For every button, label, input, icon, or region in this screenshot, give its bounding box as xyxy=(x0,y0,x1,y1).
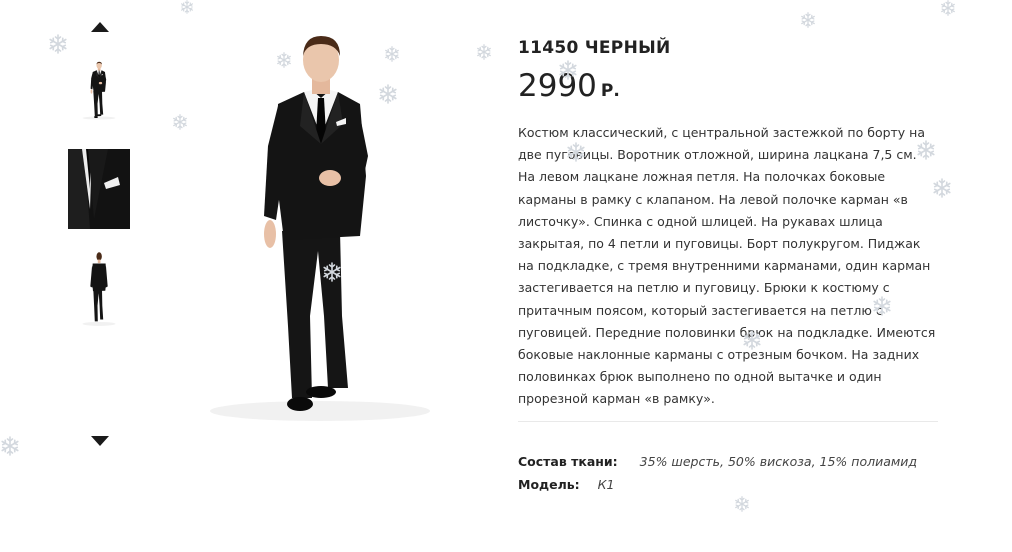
suit-back-thumbnail-image xyxy=(82,252,116,326)
snowflake-icon xyxy=(180,0,194,14)
thumbnail-back-full[interactable] xyxy=(68,248,130,328)
snowflake-icon xyxy=(49,34,67,54)
snowflake-icon xyxy=(173,114,187,130)
product-info: 11450 ЧЕРНЫЙ 2990 Р. Костюм классический,… xyxy=(518,30,938,422)
snowflake-icon xyxy=(873,296,891,316)
thumbnail-front-full[interactable] xyxy=(68,50,130,130)
snowflake-icon xyxy=(277,52,291,68)
snowflake-icon xyxy=(559,60,577,80)
fabric-composition-row: Состав ткани: 35% шерсть, 50% вискоза, 15… xyxy=(518,454,917,469)
thumbnail-gallery xyxy=(66,18,134,458)
snowflake-icon xyxy=(323,262,341,282)
price-row: 2990 Р. xyxy=(518,68,938,108)
product-title: 11450 ЧЕРНЫЙ xyxy=(518,38,671,58)
currency-label: Р. xyxy=(600,81,620,101)
suit-front-thumbnail-image xyxy=(82,61,116,120)
suit-front-image xyxy=(210,36,430,421)
snowflake-icon xyxy=(477,44,491,60)
snowflake-icon xyxy=(917,140,935,160)
triangle-up-icon xyxy=(91,22,109,32)
snowflake-icon xyxy=(743,330,761,350)
fabric-label: Состав ткани: xyxy=(518,454,618,469)
model-label: Модель: xyxy=(518,477,580,492)
snowflake-icon xyxy=(801,12,815,28)
snowflake-icon xyxy=(379,84,397,104)
suit-lapel-thumbnail-image xyxy=(68,149,130,229)
triangle-down-icon xyxy=(91,436,109,446)
main-product-photo[interactable] xyxy=(200,26,440,422)
thumbnail-lapel-closeup[interactable] xyxy=(68,149,130,229)
gallery-prev-button[interactable] xyxy=(90,18,110,34)
snowflake-icon xyxy=(941,0,955,16)
snowflake-icon xyxy=(735,496,749,512)
divider xyxy=(518,420,938,422)
fabric-value: 35% шерсть, 50% вискоза, 15% полиамид xyxy=(639,454,918,469)
gallery-next-button[interactable] xyxy=(90,434,110,450)
snowflake-icon xyxy=(385,46,399,62)
snowflake-icon xyxy=(1,436,19,456)
product-description: Костюм классический, с центральной засте… xyxy=(518,125,936,407)
model-row: Модель: К1 xyxy=(518,477,615,492)
snowflake-icon xyxy=(567,142,585,162)
snowflake-icon xyxy=(933,178,951,198)
model-value: К1 xyxy=(597,477,615,492)
